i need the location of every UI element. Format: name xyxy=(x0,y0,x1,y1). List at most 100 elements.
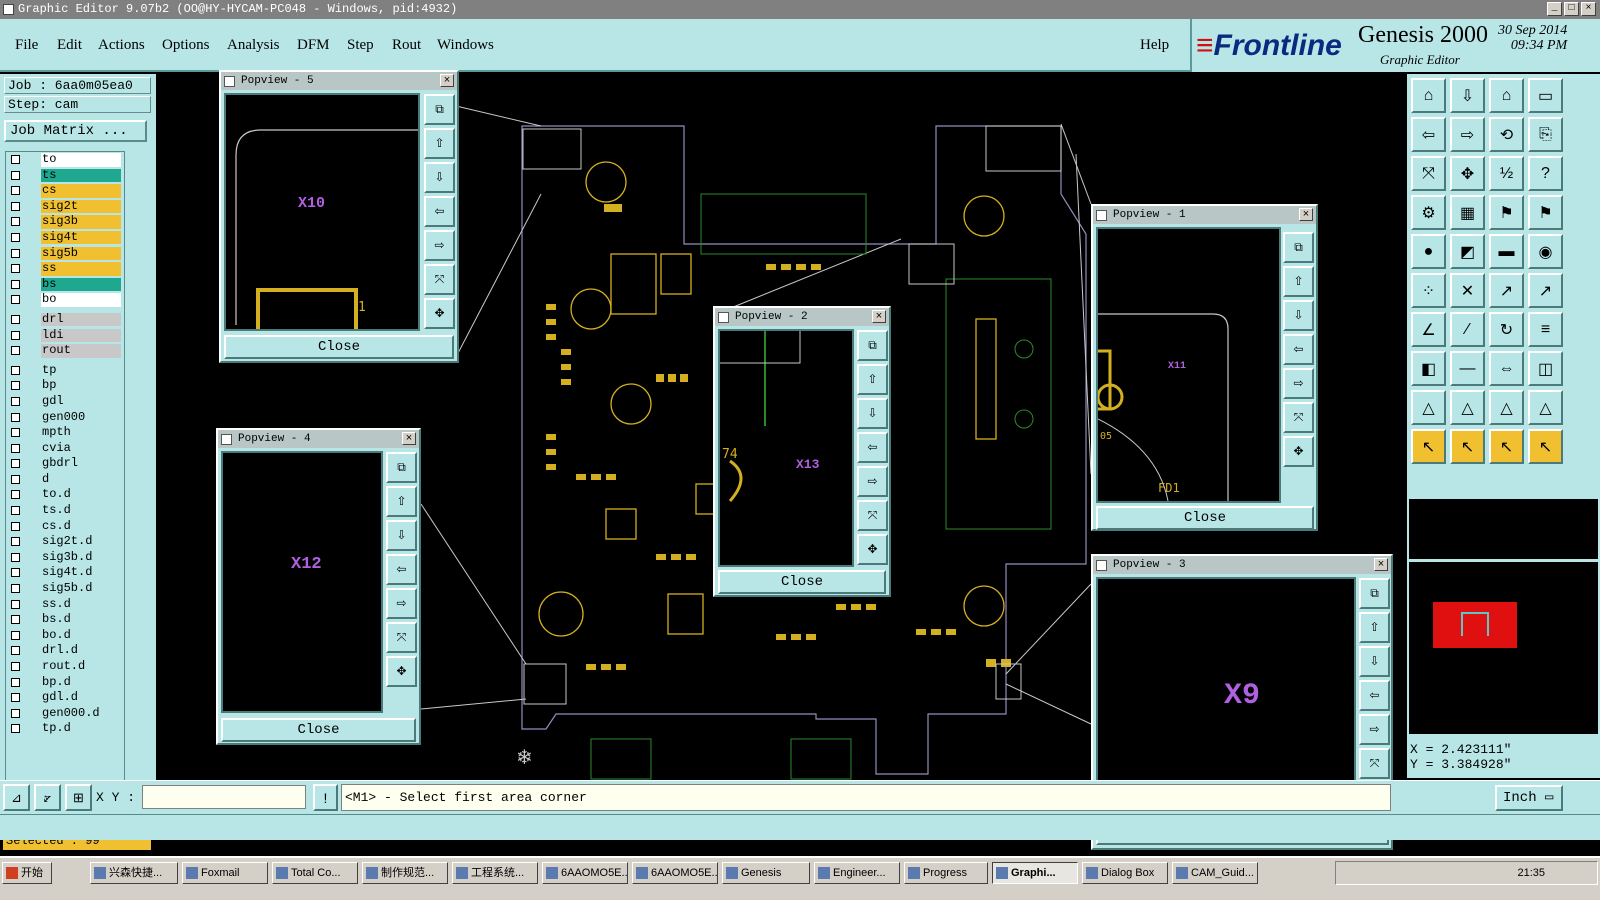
layer-checkbox[interactable] xyxy=(11,314,20,324)
xy-input[interactable] xyxy=(142,785,306,809)
layer-name[interactable]: sig3b xyxy=(41,215,121,229)
slash-icon[interactable]: ∕ xyxy=(1450,312,1485,347)
layer-name[interactable]: drl xyxy=(41,313,121,327)
layer-checkbox[interactable] xyxy=(11,248,20,258)
popview-fit-icon[interactable]: ⤧ xyxy=(424,264,455,295)
grid-icon[interactable]: ⊞ xyxy=(65,784,92,811)
menu-help[interactable]: Help xyxy=(1140,37,1169,54)
layer-name[interactable]: bo xyxy=(41,293,121,307)
popview-center-icon[interactable]: ✥ xyxy=(1283,436,1314,467)
down-arrow-icon[interactable]: ⇩ xyxy=(1450,78,1485,113)
layer-checkbox[interactable] xyxy=(11,232,20,242)
start-button[interactable]: 开始 xyxy=(2,862,52,884)
popview-right-icon[interactable]: ⇨ xyxy=(1283,368,1314,399)
layer-name[interactable]: sig5b.d xyxy=(41,582,121,596)
layer-name[interactable]: sig4t xyxy=(41,231,121,245)
layer-row-bo[interactable]: bo xyxy=(6,292,124,308)
house-icon[interactable]: ⌂ xyxy=(1489,78,1524,113)
popview-up-icon[interactable]: ⇧ xyxy=(857,364,888,395)
arrow-diag-icon[interactable]: ↗ xyxy=(1489,273,1524,308)
layer-name[interactable]: ss xyxy=(41,262,121,276)
maximize-button[interactable]: □ xyxy=(1564,2,1579,16)
panel-icon[interactable]: ◫ xyxy=(1528,351,1563,386)
right-arrow-icon[interactable]: ⇨ xyxy=(1450,117,1485,152)
layer-checkbox[interactable] xyxy=(11,201,20,211)
layer-name[interactable]: cs xyxy=(41,184,121,198)
menu-dfm[interactable]: DFM xyxy=(297,37,330,54)
taskbar-item[interactable]: 工程系统... xyxy=(452,862,538,884)
popview-up-icon[interactable]: ⇧ xyxy=(386,486,417,517)
left-arrow-icon[interactable]: ⇦ xyxy=(1411,117,1446,152)
layer-name[interactable]: tp xyxy=(41,363,121,378)
layer-name[interactable]: cs.d xyxy=(41,519,121,534)
layer-checkbox[interactable] xyxy=(11,708,20,718)
redo-icon[interactable]: ↻ xyxy=(1489,312,1524,347)
layer-checkbox[interactable] xyxy=(11,186,20,196)
rotate-icon[interactable]: ⟲ xyxy=(1489,117,1524,152)
popview-zoom-icon[interactable]: ⧉ xyxy=(857,330,888,361)
triangle-icon[interactable]: △ xyxy=(1411,390,1446,425)
popview-close-button[interactable]: Close xyxy=(221,718,416,742)
popview-viewport[interactable]: FD1 05 X11 xyxy=(1096,227,1281,503)
zoom-fit-icon[interactable]: ⤧ xyxy=(1411,156,1446,191)
layer-row-tp-d[interactable]: tp.d xyxy=(6,721,124,737)
help-icon[interactable]: ? xyxy=(1528,156,1563,191)
pointer-3-icon[interactable]: ↖ xyxy=(1489,429,1524,464)
layer-row-gdl[interactable]: gdl xyxy=(6,394,124,410)
popview-left-icon[interactable]: ⇦ xyxy=(386,554,417,585)
zoom-center-icon[interactable]: ✥ xyxy=(1450,156,1485,191)
arrow-diag-2-icon[interactable]: ↗ xyxy=(1528,273,1563,308)
popview-close-icon[interactable]: × xyxy=(402,432,416,445)
layer-row-sig4t-d[interactable]: sig4t.d xyxy=(6,565,124,581)
mirror-icon[interactable]: ◩ xyxy=(1450,234,1485,269)
layer-name[interactable]: ss.d xyxy=(41,597,121,612)
ruler-icon[interactable]: ▬ xyxy=(1489,234,1524,269)
popview-fit-icon[interactable]: ⤧ xyxy=(386,622,417,653)
popview-fit-icon[interactable]: ⤧ xyxy=(1283,402,1314,433)
taskbar-item[interactable]: Engineer... xyxy=(814,862,900,884)
layer-name[interactable]: bo.d xyxy=(41,629,121,643)
layer-row-ss-d[interactable]: ss.d xyxy=(6,597,124,613)
layer-row-gdl-d[interactable]: gdl.d xyxy=(6,690,124,706)
menu-edit[interactable]: Edit xyxy=(57,37,82,54)
layer-name[interactable]: sig2t.d xyxy=(41,535,121,549)
layer-name[interactable]: gen000.d xyxy=(41,707,121,721)
popview-down-icon[interactable]: ⇩ xyxy=(1359,646,1390,677)
layer-row-tp[interactable]: tp xyxy=(6,363,124,379)
layer-name[interactable]: ldi xyxy=(41,328,121,343)
layer-name[interactable]: rout.d xyxy=(41,660,121,674)
layer-row-bo-d[interactable]: bo.d xyxy=(6,628,124,644)
angle-icon[interactable]: ∠ xyxy=(1411,312,1446,347)
grid-icon[interactable]: ▦ xyxy=(1450,195,1485,230)
popview-center-icon[interactable]: ✥ xyxy=(857,534,888,565)
layer-name[interactable]: sig5b xyxy=(41,246,121,261)
taskbar-item[interactable]: Graphi... xyxy=(992,862,1078,884)
layer-checkbox[interactable] xyxy=(11,396,20,406)
layer-row-bs-d[interactable]: bs.d xyxy=(6,612,124,628)
triangle-2-icon[interactable]: △ xyxy=(1450,390,1485,425)
pointer-4-icon[interactable]: ↖ xyxy=(1528,429,1563,464)
layer-checkbox[interactable] xyxy=(11,724,20,734)
layer-name[interactable]: tp.d xyxy=(41,722,121,736)
popview-left-icon[interactable]: ⇦ xyxy=(424,196,455,227)
layer-row-bp-d[interactable]: bp.d xyxy=(6,675,124,691)
target-icon[interactable]: ◉ xyxy=(1528,234,1563,269)
board-overview[interactable] xyxy=(1409,562,1598,734)
layer-checkbox[interactable] xyxy=(11,459,20,469)
layer-checkbox[interactable] xyxy=(11,537,20,547)
measure-icon[interactable]: ⦫ xyxy=(34,784,61,811)
layer-row-ts[interactable]: ts xyxy=(6,168,124,184)
layer-checkbox[interactable] xyxy=(11,474,20,484)
triangle-3-icon[interactable]: △ xyxy=(1489,390,1524,425)
taskbar-item[interactable]: 制作规范... xyxy=(362,862,448,884)
taskbar-item[interactable]: Total Co... xyxy=(272,862,358,884)
layer-checkbox[interactable] xyxy=(11,412,20,422)
layer-row-sig5b[interactable]: sig5b xyxy=(6,246,124,262)
popview-fit-icon[interactable]: ⤧ xyxy=(857,500,888,531)
layer-name[interactable]: gen000 xyxy=(41,410,121,424)
layer-row-to-d[interactable]: to.d xyxy=(6,487,124,503)
job-matrix-button[interactable]: Job Matrix ... xyxy=(4,120,147,142)
minimize-button[interactable]: _ xyxy=(1547,2,1562,16)
layer-checkbox[interactable] xyxy=(11,646,20,656)
taskbar-item[interactable]: Progress xyxy=(904,862,988,884)
